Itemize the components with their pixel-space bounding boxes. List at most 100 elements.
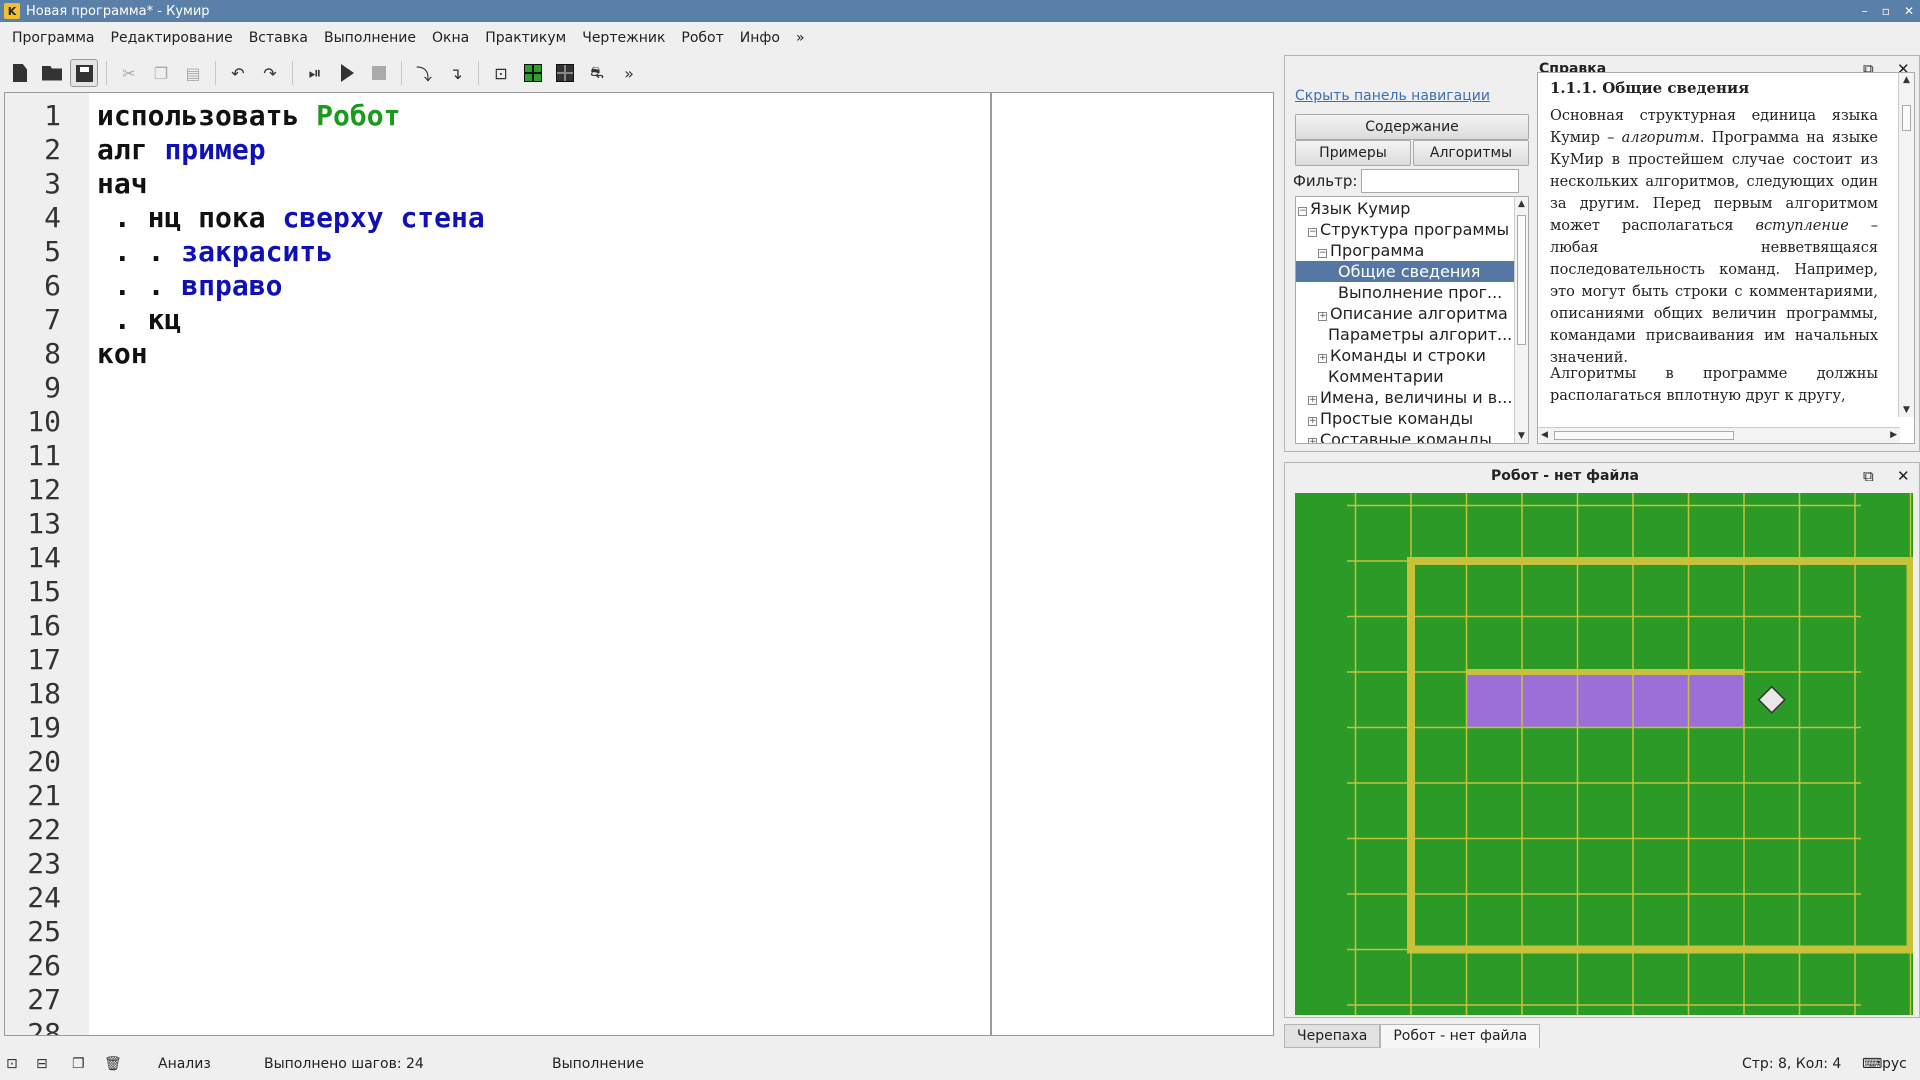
paste-button[interactable]: ▤ (179, 59, 207, 87)
menu-overflow[interactable]: » (788, 24, 813, 52)
tree-item[interactable]: + Команды и строки (1296, 345, 1514, 366)
menu-drawer[interactable]: Чертежник (574, 24, 673, 52)
tree-item[interactable]: − Язык Кумир (1296, 198, 1514, 219)
close-window-button[interactable]: ✕ (1904, 4, 1914, 18)
step-over-button[interactable]: ⤵ (410, 59, 438, 87)
copy-button[interactable]: ❐ (147, 59, 175, 87)
tree-item[interactable]: Общие сведения (1296, 261, 1514, 282)
terminal-icon[interactable]: ⊡ (6, 1056, 18, 1072)
robot-field-canvas[interactable] (1295, 493, 1913, 1015)
save-output-icon[interactable]: ⊟ (36, 1056, 48, 1072)
step-in-button[interactable]: ↴ (442, 59, 470, 87)
painted-cell (1466, 672, 1522, 728)
tree-item[interactable]: + Простые команды (1296, 408, 1514, 429)
robot-window-button[interactable] (519, 59, 547, 87)
code-line[interactable]: . . вправо (97, 269, 283, 302)
tree-item[interactable]: − Структура программы (1296, 219, 1514, 240)
robot-panel: Робот - нет файла ⧉ ✕ (1284, 462, 1920, 1018)
new-file-button[interactable] (6, 59, 34, 87)
tree-item[interactable]: + Описание алгоритма (1296, 303, 1514, 324)
line-number: 16 (27, 609, 61, 642)
tree-item[interactable]: − Программа (1296, 240, 1514, 261)
contents-button[interactable]: Содержание (1295, 114, 1529, 140)
stop-button[interactable] (365, 59, 393, 87)
menu-run[interactable]: Выполнение (316, 24, 424, 52)
toolbar-separator (106, 61, 107, 85)
menu-windows[interactable]: Окна (424, 24, 477, 52)
menu-edit[interactable]: Редактирование (103, 24, 241, 52)
save-button[interactable] (70, 59, 98, 87)
drawer-window-button[interactable] (551, 59, 579, 87)
open-file-button[interactable] (38, 59, 66, 87)
tree-scroll-thumb[interactable] (1517, 215, 1526, 345)
filter-input[interactable] (1361, 169, 1519, 193)
tab-turtle[interactable]: Черепаха (1284, 1024, 1381, 1048)
code-token: сверху стена (282, 201, 485, 234)
tree-scrollbar[interactable]: ▲ ▼ (1514, 197, 1528, 443)
expand-icon[interactable]: + (1308, 438, 1317, 443)
code-line[interactable]: использовать Робот (97, 99, 400, 132)
painted-cell (1688, 672, 1744, 728)
menu-insert[interactable]: Вставка (241, 24, 316, 52)
examples-button[interactable]: Примеры (1295, 140, 1411, 166)
undo-button[interactable]: ↶ (224, 59, 252, 87)
menu-robot[interactable]: Робот (673, 24, 731, 52)
tree-item[interactable]: Параметры алгорит... (1296, 324, 1514, 345)
menu-practicum[interactable]: Практикум (477, 24, 574, 52)
algorithms-button[interactable]: Алгоритмы (1413, 140, 1529, 166)
maximize-button[interactable]: ▫ (1882, 4, 1890, 18)
collapse-icon[interactable]: − (1308, 228, 1317, 237)
code-line[interactable]: . нц пока сверху стена (97, 201, 485, 234)
scroll-down-icon[interactable]: ▼ (1903, 405, 1910, 415)
expand-icon[interactable]: + (1308, 417, 1317, 426)
toolbar-overflow-button[interactable]: » (615, 59, 643, 87)
code-line[interactable]: . кц (97, 303, 181, 336)
scroll-up-icon[interactable]: ▲ (1903, 75, 1910, 85)
run-fast-button[interactable] (333, 59, 361, 87)
code-token: . . (97, 235, 182, 268)
hide-navigation-link[interactable]: Скрыть панель навигации (1295, 88, 1490, 104)
io-window-button[interactable]: ⊡ (487, 59, 515, 87)
menu-program[interactable]: Программа (4, 24, 103, 52)
doc-hscroll-thumb[interactable] (1554, 431, 1734, 440)
trash-icon[interactable]: 🗑 (104, 1056, 122, 1072)
tree-item[interactable]: Комментарии (1296, 366, 1514, 387)
doc-vscroll-thumb[interactable] (1902, 105, 1911, 131)
code-editor[interactable]: 1 2 3 4 5 6 7 8 9 10 11 12 13 14 15 16 17 18 19 20 21 22 23 24 2… (4, 92, 1274, 1036)
collapse-icon[interactable]: − (1318, 249, 1327, 258)
copy-output-icon[interactable]: ❐ (72, 1056, 85, 1072)
cut-button[interactable]: ✂ (115, 59, 143, 87)
code-line[interactable]: . . закрасить (97, 235, 333, 268)
robot-field[interactable] (1295, 493, 1913, 1015)
editor-margin-splitter[interactable] (990, 93, 992, 1035)
redo-button[interactable]: ↷ (256, 59, 284, 87)
tree-item[interactable]: + Составные команды (1296, 429, 1514, 443)
code-line[interactable]: нач (97, 167, 148, 200)
tree-item[interactable]: + Имена, величины и в... (1296, 387, 1514, 408)
undo-icon: ↶ (231, 63, 245, 83)
expand-icon[interactable]: + (1308, 396, 1317, 405)
paste-icon: ▤ (185, 63, 201, 83)
menu-info[interactable]: Инфо (732, 24, 788, 52)
scroll-up-icon[interactable]: ▲ (1518, 199, 1525, 209)
scroll-down-icon[interactable]: ▼ (1518, 431, 1525, 441)
close-icon[interactable]: ✕ (1897, 467, 1910, 485)
scroll-right-icon[interactable]: ▶ (1890, 430, 1897, 440)
doc-vertical-scrollbar[interactable]: ▲ ▼ (1898, 73, 1914, 417)
turtle-window-button[interactable]: ⛐ (583, 59, 611, 87)
code-line[interactable]: алг пример (97, 133, 266, 166)
expand-icon[interactable]: + (1318, 354, 1327, 363)
help-contents-tree[interactable]: − Язык Кумир − Структура программы − Программ… (1295, 196, 1529, 444)
scroll-left-icon[interactable]: ◀ (1541, 430, 1548, 440)
doc-horizontal-scrollbar[interactable]: ◀ ▶ (1538, 427, 1900, 443)
code-line[interactable]: кон (97, 337, 148, 370)
tree-item[interactable]: Выполнение прог... (1296, 282, 1514, 303)
tab-robot[interactable]: Робот - нет файла (1380, 1024, 1541, 1048)
expand-icon[interactable]: + (1318, 312, 1327, 321)
minimize-button[interactable]: – (1862, 4, 1868, 18)
panel-tabs: Черепаха Робот - нет файла (1284, 1024, 1541, 1048)
run-button[interactable]: ⏯ (301, 59, 329, 87)
undock-icon[interactable]: ⧉ (1863, 467, 1874, 485)
tree-item-label: Простые команды (1320, 409, 1474, 428)
collapse-icon[interactable]: − (1298, 207, 1307, 216)
